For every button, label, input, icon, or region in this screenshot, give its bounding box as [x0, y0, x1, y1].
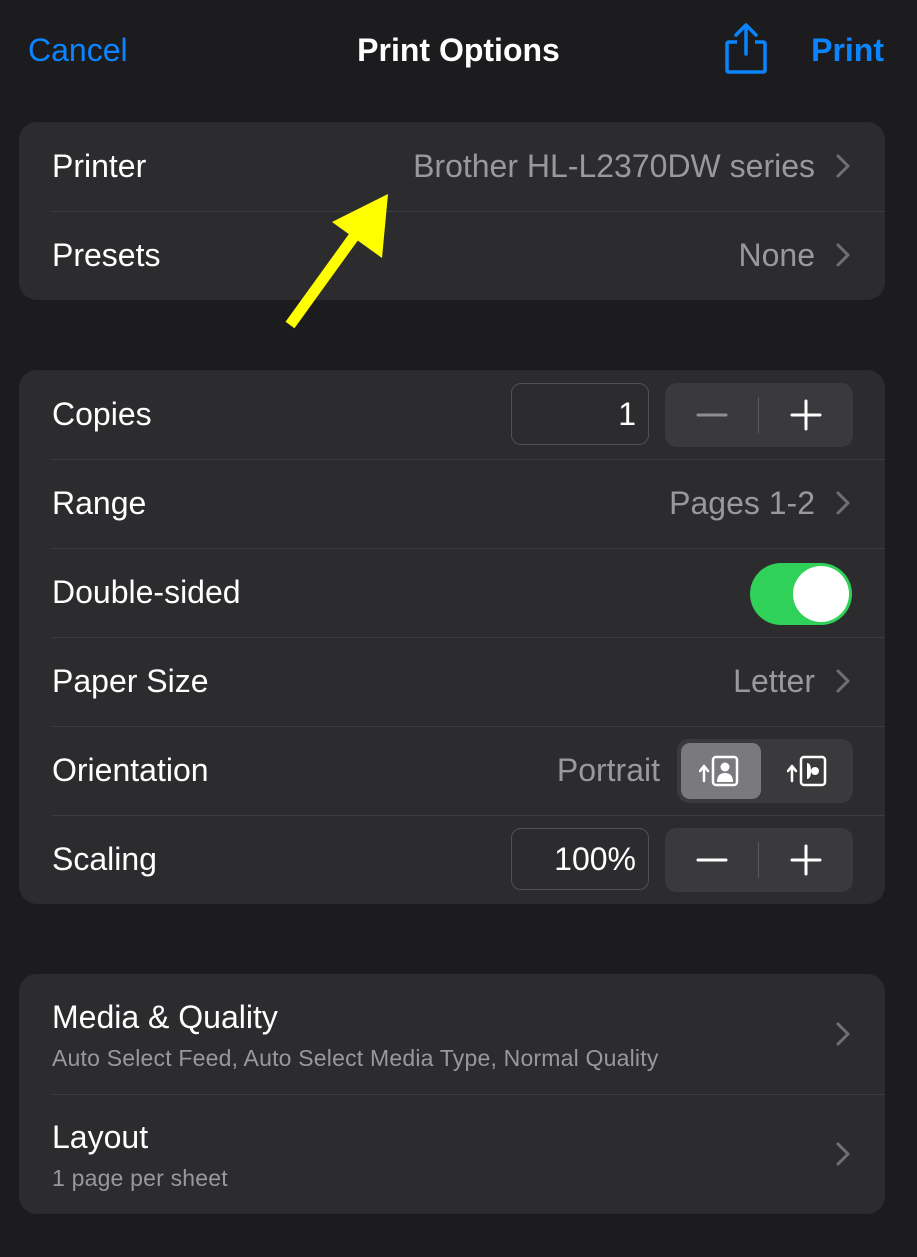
media-quality-row[interactable]: Media & Quality Auto Select Feed, Auto S… [19, 974, 885, 1094]
scaling-decrement-button[interactable] [665, 828, 759, 892]
copies-row: Copies 1 [19, 370, 885, 459]
copies-label: Copies [52, 396, 152, 432]
printer-label: Printer [52, 148, 147, 184]
scaling-field[interactable]: 100% [511, 828, 649, 890]
printer-group: Printer Brother HL-L2370DW series Preset… [19, 122, 885, 300]
orientation-value: Portrait [556, 752, 660, 788]
chevron-right-icon [836, 154, 850, 178]
copies-decrement-button[interactable] [665, 383, 759, 447]
paper-size-value: Letter [733, 663, 815, 699]
minus-icon [696, 858, 728, 862]
portrait-orientation-icon [699, 755, 739, 787]
more-options-group: Media & Quality Auto Select Feed, Auto S… [19, 974, 885, 1214]
orientation-row: Orientation Portrait [19, 726, 885, 815]
page-title: Print Options [357, 32, 560, 68]
chevron-right-icon [836, 1142, 850, 1166]
scaling-label: Scaling [52, 841, 157, 877]
share-icon[interactable] [722, 22, 770, 76]
chevron-right-icon [836, 491, 850, 515]
chevron-right-icon [836, 243, 850, 267]
double-sided-label: Double-sided [52, 574, 241, 610]
portrait-option[interactable] [681, 743, 761, 799]
range-label: Range [52, 485, 147, 521]
copies-increment-button[interactable] [759, 383, 853, 447]
plus-icon [790, 844, 822, 876]
chevron-right-icon [836, 669, 850, 693]
toggle-knob [793, 566, 849, 622]
orientation-label: Orientation [52, 752, 209, 788]
paper-size-label: Paper Size [52, 663, 209, 699]
copies-field[interactable]: 1 [511, 383, 649, 445]
copies-stepper [665, 383, 853, 447]
scaling-row: Scaling 100% [19, 815, 885, 904]
minus-icon [696, 413, 728, 417]
range-row[interactable]: Range Pages 1-2 [19, 459, 885, 548]
cancel-button[interactable]: Cancel [28, 28, 128, 72]
range-value: Pages 1-2 [669, 485, 815, 521]
layout-label: Layout [52, 1119, 149, 1155]
orientation-segmented-control [677, 739, 853, 803]
double-sided-row: Double-sided [19, 548, 885, 637]
presets-row[interactable]: Presets None [19, 211, 885, 300]
presets-value: None [738, 237, 816, 273]
layout-summary: 1 page per sheet [52, 1165, 228, 1191]
printer-value: Brother HL-L2370DW series [413, 148, 815, 184]
plus-icon [790, 399, 822, 431]
media-quality-label: Media & Quality [52, 999, 278, 1035]
printer-row[interactable]: Printer Brother HL-L2370DW series [19, 122, 885, 211]
layout-row[interactable]: Layout 1 page per sheet [19, 1094, 885, 1214]
chevron-right-icon [836, 1022, 850, 1046]
landscape-option[interactable] [769, 743, 849, 799]
print-button[interactable]: Print [811, 28, 884, 72]
navigation-bar: Cancel Print Options Print [0, 0, 917, 100]
options-group: Copies 1 Range Pages 1-2 Double-sided Pa… [19, 370, 885, 904]
scaling-increment-button[interactable] [759, 828, 853, 892]
scaling-stepper [665, 828, 853, 892]
presets-label: Presets [52, 237, 161, 273]
landscape-orientation-icon [787, 755, 827, 787]
double-sided-toggle[interactable] [750, 563, 852, 625]
media-quality-summary: Auto Select Feed, Auto Select Media Type… [52, 1045, 659, 1071]
paper-size-row[interactable]: Paper Size Letter [19, 637, 885, 726]
